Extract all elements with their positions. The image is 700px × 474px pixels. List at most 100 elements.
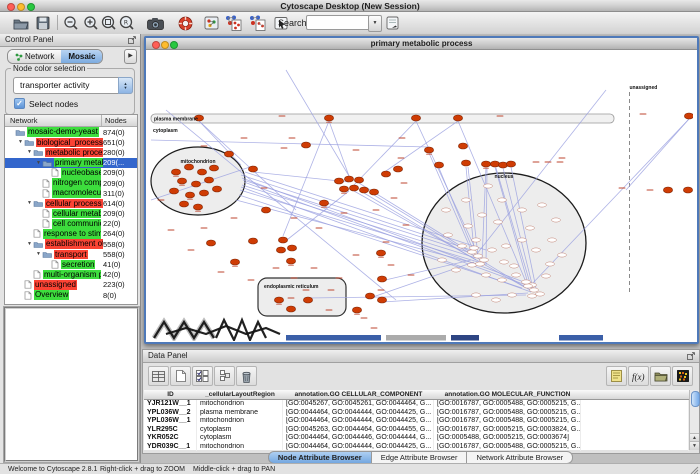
tree-row[interactable]: ▼transport558(0): [5, 249, 137, 259]
network-node[interactable]: [434, 162, 443, 168]
network-node[interactable]: [461, 160, 470, 166]
network-node[interactable]: [352, 307, 361, 313]
network-node[interactable]: [171, 169, 180, 175]
network-node[interactable]: [381, 171, 390, 177]
network-manager-icon[interactable]: [202, 14, 220, 32]
network-node[interactable]: [683, 187, 692, 193]
table-cell[interactable]: cytoplasm: [197, 426, 283, 435]
tree-row[interactable]: ▼primary metabo209(...: [5, 158, 137, 168]
network-node[interactable]: [411, 115, 420, 121]
table-cell[interactable]: YLR295C: [144, 426, 197, 435]
table-cell[interactable]: [581, 417, 689, 426]
layout-nodes-icon[interactable]: [224, 14, 242, 32]
resize-grip-icon[interactable]: [690, 466, 699, 474]
table-cell[interactable]: cytoplasm: [197, 434, 283, 443]
network-window-titlebar[interactable]: primary metabolic process: [146, 38, 697, 50]
tree-row[interactable]: cell communicat22(0): [5, 219, 137, 229]
table-cell[interactable]: [GO:0016787, GO:0005488, GO:0005215, G..…: [434, 417, 581, 426]
network-node[interactable]: [458, 143, 467, 149]
network-node[interactable]: [324, 115, 333, 121]
color-attribute-dropdown[interactable]: transporter activity ▲▼: [13, 77, 133, 94]
more-tabs-button[interactable]: ▶: [124, 49, 137, 64]
tree-row[interactable]: ▼establishment of lo558(0): [5, 239, 137, 249]
table-cell[interactable]: [GO:0044464, GO:0044444, GO:0044425, G..…: [283, 409, 434, 418]
table-cell[interactable]: YPL036W__2: [144, 409, 197, 418]
table-cell[interactable]: YKR052C: [144, 434, 197, 443]
network-node[interactable]: [185, 192, 194, 198]
tree-row[interactable]: ▼cellular process614(0): [5, 198, 137, 208]
table-cell[interactable]: YDR039C__1: [144, 443, 197, 452]
table-cell[interactable]: [GO:0044464, GO:0044446, GO:0044444, G..…: [283, 434, 434, 443]
table-scrollbar[interactable]: ▲ ▼: [689, 390, 699, 450]
network-node[interactable]: [365, 293, 374, 299]
select-nodes-checkbox[interactable]: ✓: [14, 98, 25, 109]
zoom-selected-icon[interactable]: [100, 14, 118, 32]
network-node[interactable]: [663, 187, 672, 193]
table-cell[interactable]: [GO:0045263, GO:0044464, GO:0044455, G..…: [283, 426, 434, 435]
network-node[interactable]: [212, 186, 221, 192]
network-node[interactable]: [224, 151, 233, 157]
table-cell[interactable]: mitochondrion: [197, 443, 283, 452]
tree-row[interactable]: secretion41(0): [5, 259, 137, 269]
network-node[interactable]: [376, 250, 385, 256]
network-node[interactable]: [261, 207, 270, 213]
table-cell[interactable]: mitochondrion: [197, 417, 283, 426]
notes-icon[interactable]: [606, 366, 627, 386]
attribute-table[interactable]: ID_cellularLayoutRegionannotation.GO CEL…: [144, 390, 689, 450]
network-node[interactable]: [334, 178, 343, 184]
network-node[interactable]: [303, 297, 312, 303]
tree-row[interactable]: ▼metabolic process280(0): [5, 147, 137, 157]
network-node[interactable]: [169, 188, 178, 194]
network-node[interactable]: [506, 161, 515, 167]
network-node[interactable]: [286, 306, 295, 312]
tree-row[interactable]: ▼biological_process651(0): [5, 137, 137, 147]
table-cell[interactable]: [GO:0016787, GO:0005215, GO:0003824, G..…: [434, 426, 581, 435]
table-cell[interactable]: plasma membrane: [197, 409, 283, 418]
delete-attribute-icon[interactable]: [236, 366, 257, 386]
layout-apply-icon[interactable]: [248, 14, 266, 32]
heatmap-icon[interactable]: [672, 366, 693, 386]
table-cell[interactable]: [581, 443, 689, 452]
network-node[interactable]: [424, 147, 433, 153]
network-node[interactable]: [230, 259, 239, 265]
network-node[interactable]: [377, 297, 386, 303]
table-column-filler[interactable]: [581, 390, 690, 400]
table-cell[interactable]: YPL036W__1: [144, 417, 197, 426]
network-node[interactable]: [248, 166, 257, 172]
table-cell[interactable]: [GO:0045267, GO:0045261, GO:0044464, G..…: [283, 400, 434, 409]
table-column-header[interactable]: _cellularLayoutRegion: [197, 390, 284, 400]
help-lifering-icon[interactable]: [176, 14, 194, 32]
network-node[interactable]: [179, 201, 188, 207]
birds-eye-view[interactable]: [4, 307, 139, 462]
network-node[interactable]: [204, 177, 213, 183]
float-panel-icon[interactable]: [128, 36, 136, 48]
tree-row[interactable]: multi-organism pro42(0): [5, 270, 137, 280]
network-node[interactable]: [248, 238, 257, 244]
network-node[interactable]: [319, 200, 328, 206]
network-node[interactable]: [191, 181, 200, 187]
table-cell[interactable]: [581, 400, 689, 409]
network-node[interactable]: [199, 190, 208, 196]
network-node[interactable]: [276, 247, 285, 253]
attribute-table-icon[interactable]: [148, 366, 169, 386]
zoom-out-icon[interactable]: [62, 14, 80, 32]
tree-row[interactable]: response to stimul264(0): [5, 229, 137, 239]
scroll-down-icon[interactable]: ▼: [690, 441, 699, 450]
tree-row[interactable]: nucleobase-209(0): [5, 168, 137, 178]
network-node[interactable]: [393, 166, 402, 172]
tab-network[interactable]: Network: [8, 50, 61, 63]
network-node[interactable]: [193, 204, 202, 210]
network-node[interactable]: [286, 258, 295, 264]
table-column-header[interactable]: annotation.GO CELLULAR_COMPONENT: [283, 390, 435, 400]
network-node[interactable]: [177, 178, 186, 184]
table-column-header[interactable]: annotation.GO MOLECULAR_FUNCTION: [434, 390, 582, 400]
zoom-fit-icon[interactable]: R: [118, 14, 136, 32]
table-cell[interactable]: YJR121W__1: [144, 400, 197, 409]
import-attributes-icon[interactable]: [650, 366, 671, 386]
table-column-header[interactable]: ID: [144, 390, 198, 400]
tree-row[interactable]: macromolecule311(0): [5, 188, 137, 198]
table-cell[interactable]: [GO:0044464, GO:0044444, GO:0044425, G..…: [283, 443, 434, 452]
search-dropdown-button[interactable]: ▼: [368, 15, 382, 32]
network-node[interactable]: [481, 161, 490, 167]
scrollbar-thumb[interactable]: [691, 391, 700, 407]
